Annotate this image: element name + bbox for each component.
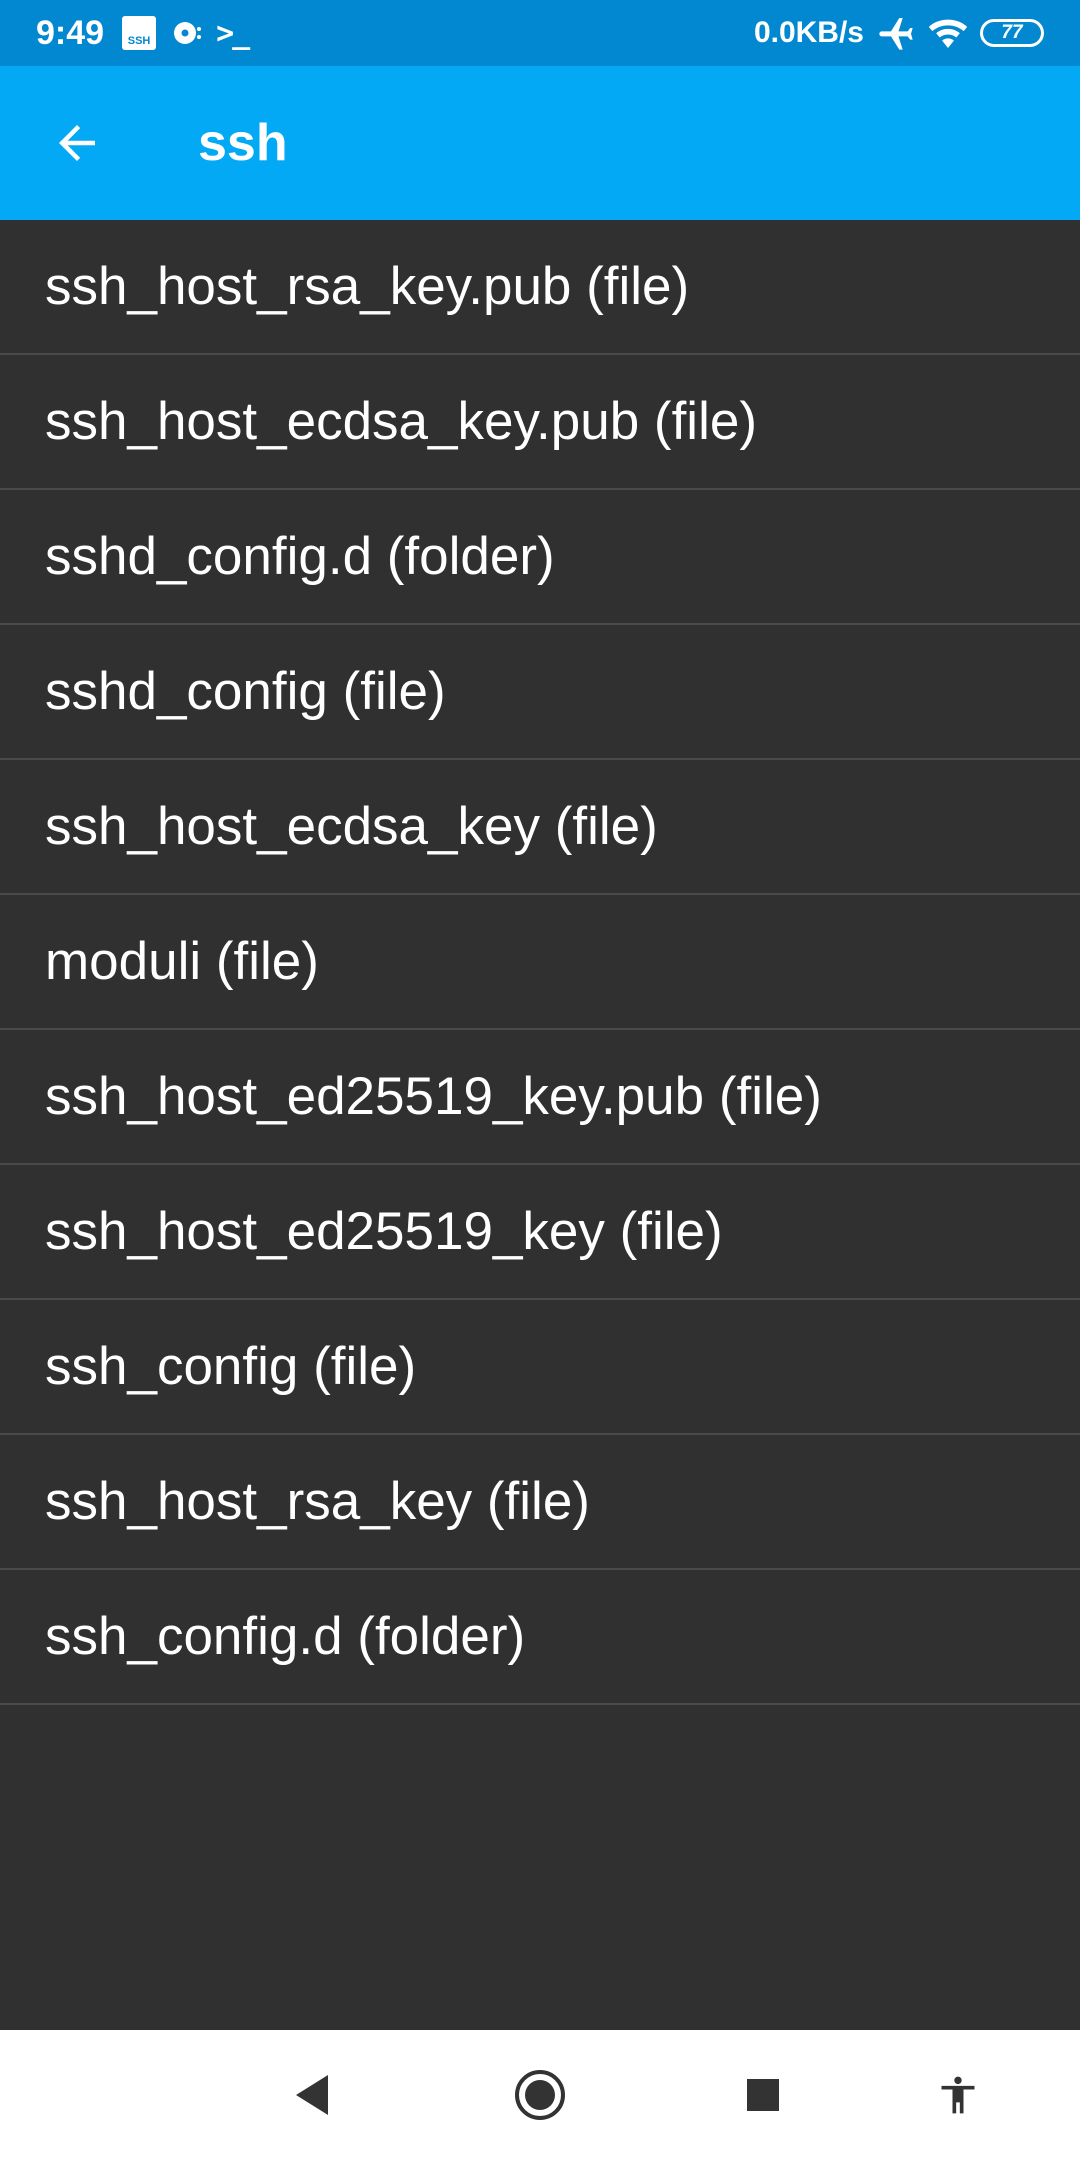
- nav-back-icon[interactable]: [292, 2073, 332, 2117]
- list-item[interactable]: ssh_config.d (folder): [0, 1570, 1080, 1705]
- disc-icon: [174, 22, 202, 44]
- list-item-label: ssh_config (file): [45, 1337, 417, 1396]
- status-time: 9:49: [36, 13, 105, 52]
- app-bar: ssh: [0, 66, 1080, 220]
- list-item[interactable]: sshd_config (file): [0, 625, 1080, 760]
- list-item-label: ssh_host_rsa_key.pub (file): [45, 257, 690, 316]
- list-item-label: ssh_host_ecdsa_key (file): [45, 797, 658, 856]
- list-item[interactable]: ssh_host_ecdsa_key.pub (file): [0, 355, 1080, 490]
- list-item-label: moduli (file): [45, 932, 319, 991]
- status-bar: 9:49 SSH >_ 0.0KB/s 77: [0, 0, 1080, 66]
- ssh-notification-icon: SSH: [122, 16, 157, 50]
- status-right-group: 0.0KB/s 77: [754, 13, 1044, 53]
- battery-level: 77: [1001, 22, 1023, 43]
- list-item-label: ssh_config.d (folder): [45, 1607, 526, 1666]
- list-item-label: sshd_config.d (folder): [45, 527, 555, 586]
- accessibility-icon[interactable]: [936, 2071, 980, 2119]
- navigation-bar: [0, 2030, 1080, 2160]
- list-item-label: ssh_host_rsa_key (file): [45, 1472, 590, 1531]
- list-item-label: ssh_host_ecdsa_key.pub (file): [45, 392, 757, 451]
- list-item[interactable]: ssh_host_rsa_key.pub (file): [0, 220, 1080, 355]
- list-item[interactable]: ssh_host_rsa_key (file): [0, 1435, 1080, 1570]
- battery-icon: 77: [980, 19, 1044, 47]
- page-title: ssh: [198, 114, 288, 172]
- file-list: ssh_host_rsa_key.pub (file) ssh_host_ecd…: [0, 220, 1080, 1705]
- list-item[interactable]: ssh_host_ed25519_key (file): [0, 1165, 1080, 1300]
- ssh-notification-label: SSH: [127, 35, 151, 47]
- list-item[interactable]: moduli (file): [0, 895, 1080, 1030]
- airplane-mode-icon: [879, 18, 913, 50]
- nav-recents-icon[interactable]: [745, 2077, 781, 2113]
- list-item[interactable]: sshd_config.d (folder): [0, 490, 1080, 625]
- arrow-back-icon[interactable]: [50, 116, 104, 170]
- list-item-label: ssh_host_ed25519_key (file): [45, 1202, 723, 1261]
- list-item[interactable]: ssh_config (file): [0, 1300, 1080, 1435]
- network-speed: 0.0KB/s: [753, 16, 864, 49]
- wifi-icon: [928, 19, 968, 48]
- list-item[interactable]: ssh_host_ecdsa_key (file): [0, 760, 1080, 895]
- list-item-label: sshd_config (file): [45, 662, 446, 721]
- list-item[interactable]: ssh_host_ed25519_key.pub (file): [0, 1030, 1080, 1165]
- list-item-label: ssh_host_ed25519_key.pub (file): [45, 1067, 822, 1126]
- terminal-icon: >_: [216, 15, 250, 51]
- nav-home-icon[interactable]: [513, 2068, 567, 2122]
